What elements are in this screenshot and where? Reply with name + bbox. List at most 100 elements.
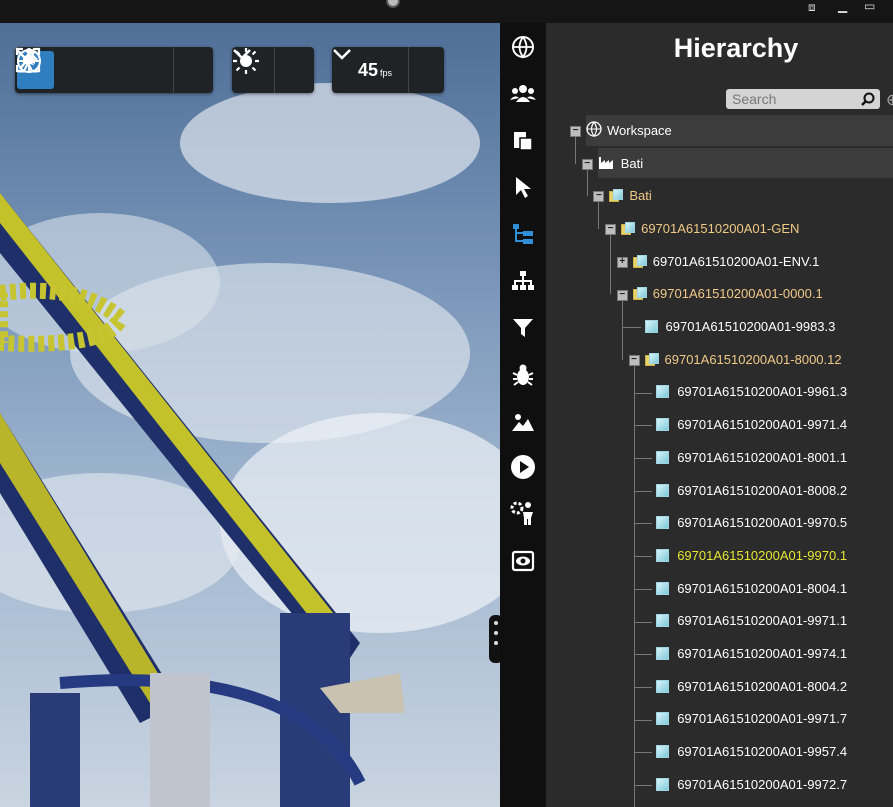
landscape-icon[interactable] bbox=[509, 408, 537, 436]
search-input[interactable]: Search bbox=[726, 89, 880, 109]
group-icon bbox=[632, 254, 647, 268]
cube-icon bbox=[656, 712, 670, 726]
tree-item[interactable]: 69701A61510200A01-ENV.1 bbox=[632, 246, 820, 277]
cube-icon bbox=[656, 614, 670, 628]
tree-connector bbox=[634, 392, 653, 394]
collapse-icon[interactable]: − bbox=[570, 126, 581, 137]
tree-item[interactable]: 69701A61510200A01-9974.1 bbox=[656, 638, 847, 669]
org-chart-icon[interactable] bbox=[509, 267, 537, 295]
tree-item-label: 69701A61510200A01-9972.7 bbox=[677, 776, 848, 792]
cube-icon bbox=[656, 679, 670, 693]
tree-connector bbox=[610, 235, 612, 295]
tree-item-label: 69701A61510200A01-8004.2 bbox=[677, 678, 848, 694]
tree-item[interactable]: 69701A61510200A01-9961.3 bbox=[656, 377, 847, 408]
view-icon[interactable] bbox=[509, 547, 537, 575]
cube-icon bbox=[644, 320, 658, 334]
walk-mode-icon[interactable] bbox=[18, 48, 93, 89]
tree-item[interactable]: 69701A61510200A01-9972.7 bbox=[656, 769, 847, 800]
hierarchy-panel: Hierarchy Search ⊕ Workspace − Bati − Bati − 6… bbox=[546, 23, 893, 807]
tree-connector bbox=[633, 365, 635, 807]
tree-item[interactable]: Bati bbox=[597, 147, 893, 179]
tree-item[interactable]: Workspace bbox=[586, 115, 893, 146]
fps-display: 45 fps bbox=[358, 60, 406, 81]
tree-item[interactable]: 69701A61510200A01-9971.1 bbox=[656, 606, 847, 637]
tree-item-label: 69701A61510200A01-9957.4 bbox=[677, 744, 848, 760]
person-gear-icon[interactable] bbox=[509, 499, 537, 527]
focus-mode-icon[interactable] bbox=[15, 47, 171, 89]
minimize-window-icon[interactable]: ▁ bbox=[838, 0, 847, 12]
lighting-chevron-down-icon[interactable] bbox=[233, 49, 314, 89]
bug-icon[interactable] bbox=[509, 361, 537, 389]
tree-connector bbox=[621, 300, 623, 360]
tree-item-label: 69701A61510200A01-9974.1 bbox=[677, 646, 848, 662]
collapse-icon[interactable]: − bbox=[605, 224, 617, 236]
3d-viewport[interactable]: 45 fps bbox=[0, 23, 500, 807]
tree-connector bbox=[634, 752, 653, 754]
search-icon[interactable] bbox=[861, 91, 875, 111]
maximize-window-icon[interactable]: ▭ bbox=[864, 0, 875, 12]
cube-icon bbox=[656, 483, 670, 497]
tree-item[interactable]: 69701A61510200A01-8004.1 bbox=[656, 573, 847, 604]
tree-item[interactable]: 69701A61510200A01-0000.1 bbox=[632, 279, 823, 310]
tree-item-label: 69701A61510200A01-9971.4 bbox=[677, 417, 848, 433]
collapse-icon[interactable]: − bbox=[581, 158, 593, 170]
tree-item[interactable]: 69701A61510200A01-8008.2 bbox=[656, 475, 847, 506]
tree-item[interactable]: 69701A61510200A01-8001.1 bbox=[656, 442, 847, 473]
cursor-icon[interactable] bbox=[509, 173, 537, 201]
collapse-icon[interactable]: − bbox=[616, 289, 628, 301]
tree-item[interactable]: 69701A61510200A01-9971.7 bbox=[656, 704, 847, 735]
expand-icon[interactable]: + bbox=[616, 256, 628, 268]
tree-item[interactable]: 69701A61510200A01-9971.4 bbox=[656, 409, 847, 440]
record-indicator-icon bbox=[386, 0, 400, 8]
scene-render bbox=[0, 83, 500, 807]
cube-icon bbox=[656, 385, 670, 399]
tree-item-label: 69701A61510200A01-8008.2 bbox=[677, 482, 848, 498]
tree-item-label: 69701A61510200A01-9970.1 bbox=[677, 547, 848, 563]
tree-connector bbox=[575, 137, 576, 164]
tree-connector bbox=[634, 588, 653, 590]
tree-connector bbox=[634, 719, 653, 721]
locate-icon[interactable]: ⊕ bbox=[886, 90, 893, 110]
mode-chevron-down-icon[interactable] bbox=[16, 49, 213, 89]
layers-icon[interactable] bbox=[509, 126, 537, 154]
tree-item[interactable]: 69701A61510200A01-9970.1 bbox=[656, 540, 847, 571]
tree-item[interactable]: 69701A61510200A01-9970.5 bbox=[656, 507, 847, 538]
tree-item-label: 69701A61510200A01-8000.12 bbox=[664, 351, 842, 367]
tree-item-label: 69701A61510200A01-ENV.1 bbox=[652, 253, 820, 269]
collapse-icon[interactable]: − bbox=[628, 354, 640, 366]
tree-connector bbox=[586, 169, 588, 197]
restore-window-icon[interactable]: ⧈ bbox=[808, 1, 816, 13]
tree-item[interactable]: 69701A61510200A01-9957.4 bbox=[656, 736, 847, 767]
tree-item[interactable]: 69701A61510200A01-9983.3 bbox=[644, 311, 835, 342]
factory-icon bbox=[598, 155, 616, 172]
title-bar: ⧈ ▁ ▭ bbox=[0, 0, 893, 23]
users-icon[interactable] bbox=[509, 79, 537, 107]
tree-connector bbox=[634, 556, 653, 558]
group-icon bbox=[632, 287, 647, 301]
play-icon[interactable] bbox=[509, 453, 537, 481]
filter-icon[interactable] bbox=[509, 314, 537, 342]
fps-chevron-down-icon[interactable] bbox=[333, 49, 444, 89]
tree-hierarchy-icon[interactable] bbox=[509, 220, 537, 248]
cube-icon bbox=[656, 450, 670, 464]
collapse-icon[interactable]: − bbox=[593, 191, 605, 203]
target-mode-icon[interactable] bbox=[17, 49, 132, 89]
cube-icon bbox=[656, 548, 670, 562]
tree-item-label: 69701A61510200A01-GEN bbox=[641, 220, 800, 236]
tree-item-label: 69701A61510200A01-9971.7 bbox=[677, 711, 848, 727]
tree-item[interactable]: 69701A61510200A01-GEN bbox=[621, 213, 799, 244]
globe-icon bbox=[586, 121, 602, 140]
tree-connector bbox=[634, 785, 653, 786]
globe-icon[interactable] bbox=[509, 33, 537, 61]
cube-icon bbox=[656, 418, 670, 432]
tree-connector bbox=[634, 458, 653, 459]
cube-icon bbox=[656, 647, 670, 661]
fps-unit: fps bbox=[380, 67, 393, 78]
cube-icon bbox=[656, 777, 670, 791]
tree-connector bbox=[634, 490, 653, 492]
group-icon bbox=[621, 221, 636, 235]
tree-item[interactable]: 69701A61510200A01-8004.2 bbox=[656, 671, 847, 702]
tree-item[interactable]: Bati bbox=[609, 180, 652, 211]
panel-title: Hierarchy bbox=[673, 33, 799, 63]
tree-item[interactable]: 69701A61510200A01-8000.12 bbox=[644, 344, 842, 375]
